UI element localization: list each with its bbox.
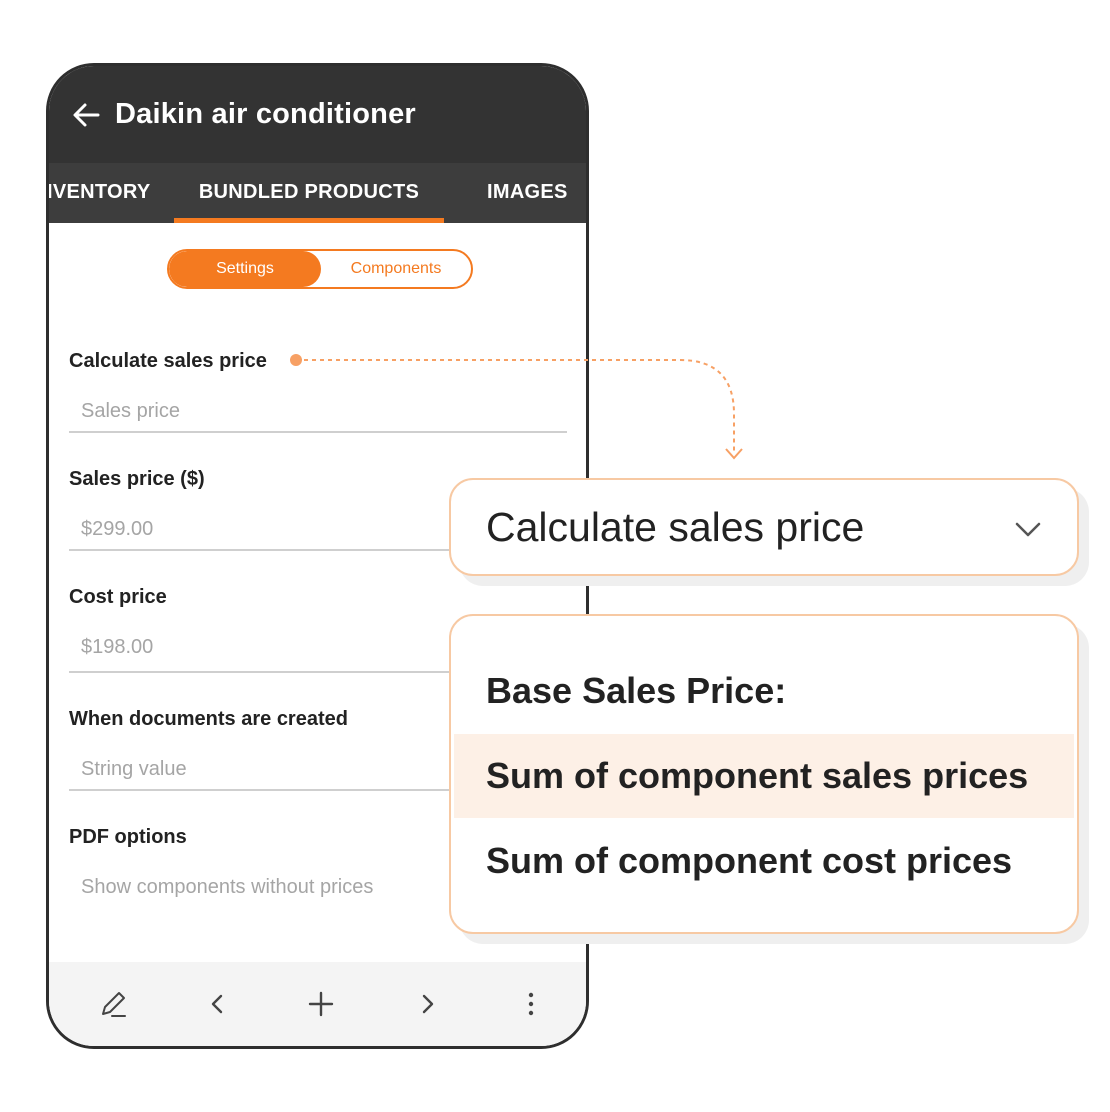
page-title: Daikin air conditioner xyxy=(115,98,416,130)
back-arrow-icon[interactable] xyxy=(71,100,101,130)
field-pdf-options[interactable]: Show components without prices xyxy=(81,876,373,899)
menu-heading: Base Sales Price: xyxy=(486,670,787,711)
bottom-toolbar xyxy=(49,962,586,1046)
option-sum-of-component-cost-prices[interactable]: Sum of component cost prices xyxy=(454,819,1074,903)
field-when-documents-created[interactable]: String value xyxy=(81,758,187,781)
segmented-control: Settings Components xyxy=(167,249,473,289)
field-label-calculate-sales-price: Calculate sales price xyxy=(69,350,267,372)
field-label-pdf-options: PDF options xyxy=(69,826,187,848)
segment-components[interactable]: Components xyxy=(321,251,471,287)
plus-icon[interactable] xyxy=(305,988,337,1020)
tab-bar: IVENTORY BUNDLED PRODUCTS IMAGES xyxy=(49,163,586,223)
app-bar: Daikin air conditioner xyxy=(49,66,586,163)
dropdown-menu: Base Sales Price: Sum of component sales… xyxy=(449,614,1079,934)
field-label-sales-price: Sales price ($) xyxy=(69,468,205,490)
tab-inventory[interactable]: IVENTORY xyxy=(49,163,151,223)
segment-settings[interactable]: Settings xyxy=(169,251,321,287)
arrow-down-icon xyxy=(725,448,743,460)
field-cost-price[interactable]: $198.00 xyxy=(81,636,153,659)
tab-bundled-products[interactable]: BUNDLED PRODUCTS xyxy=(174,163,444,223)
calculate-sales-price-dropdown[interactable]: Calculate sales price xyxy=(449,478,1079,576)
chevron-right-icon[interactable] xyxy=(411,988,443,1020)
more-vertical-icon[interactable] xyxy=(515,988,547,1020)
chevron-left-icon[interactable] xyxy=(202,988,234,1020)
option-sum-of-component-sales-prices[interactable]: Sum of component sales prices xyxy=(454,734,1074,818)
field-calculate-sales-price[interactable]: Sales price xyxy=(81,400,180,423)
dropdown-label: Calculate sales price xyxy=(486,504,865,550)
pencil-icon[interactable] xyxy=(97,988,129,1020)
chevron-down-icon xyxy=(1015,522,1041,537)
field-sales-price[interactable]: $299.00 xyxy=(81,518,153,541)
field-divider xyxy=(69,431,567,433)
field-label-when-documents-created: When documents are created xyxy=(69,708,348,730)
field-label-cost-price: Cost price xyxy=(69,586,167,608)
tab-images[interactable]: IMAGES xyxy=(487,163,568,223)
